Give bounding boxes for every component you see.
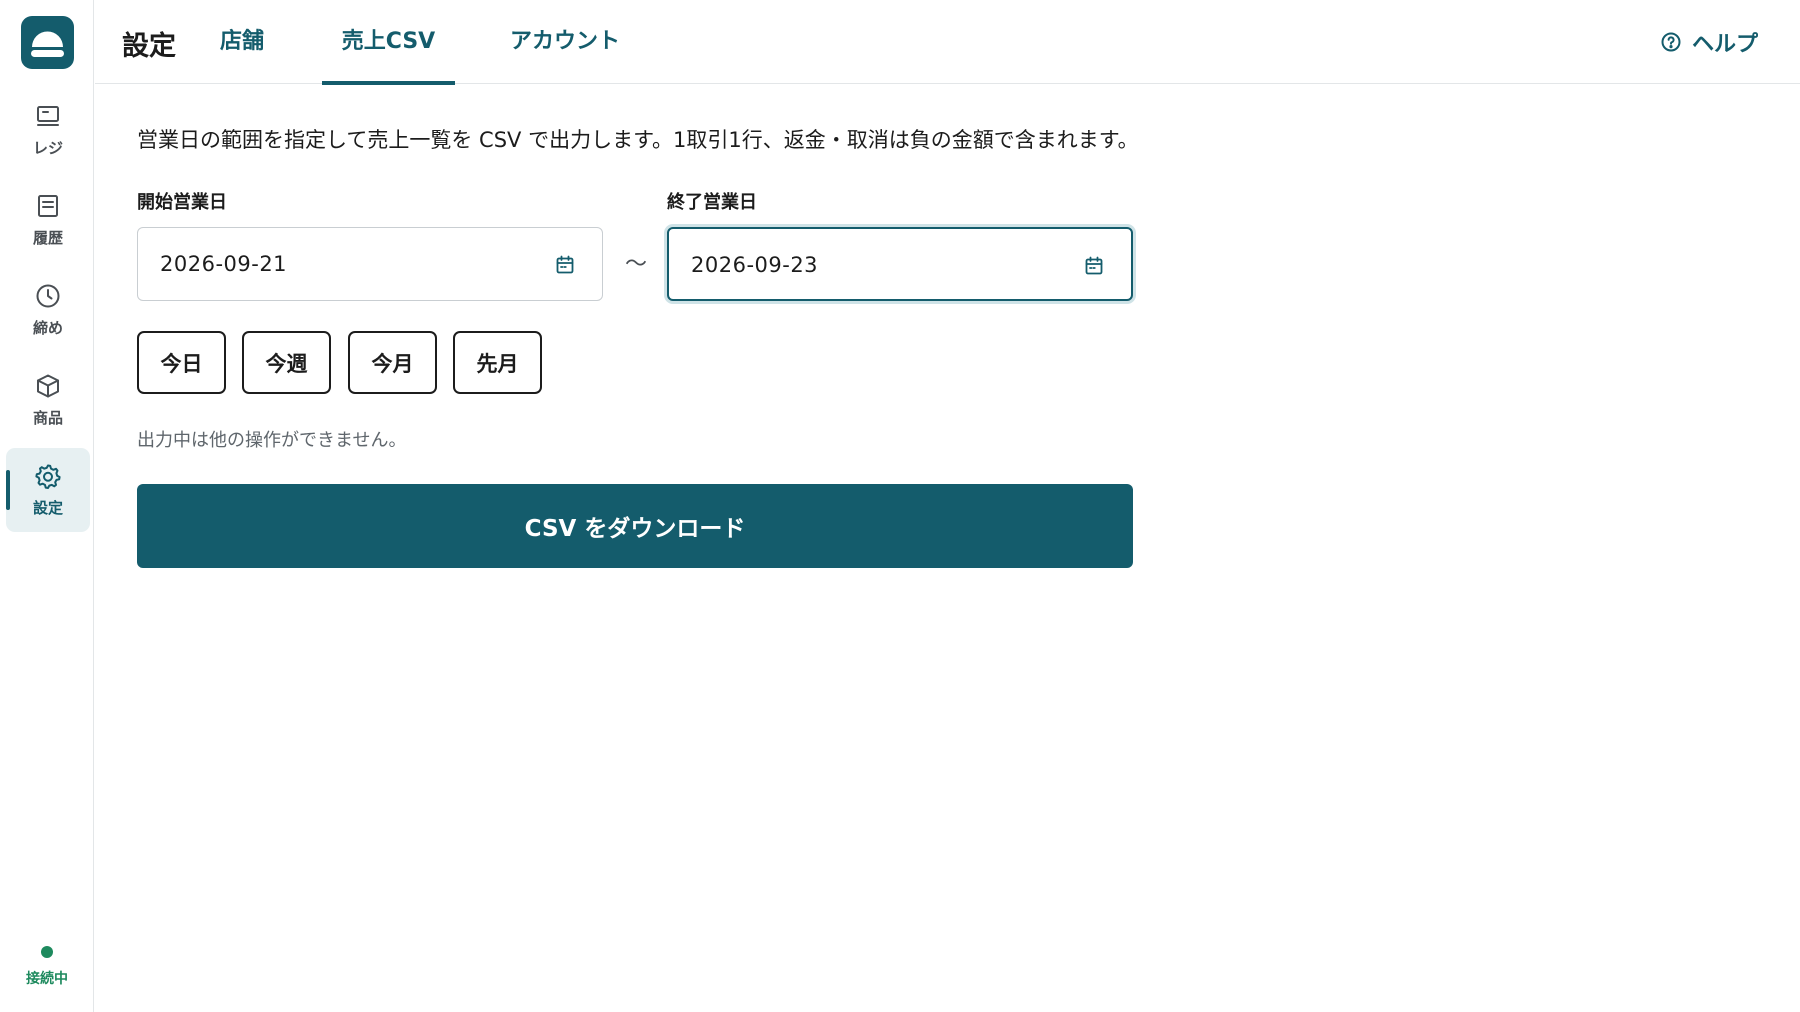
history-icon	[34, 192, 62, 220]
top-header: 設定 店舗 売上CSV アカウント ヘルプ	[95, 0, 1800, 85]
range-separator: 〜	[625, 252, 648, 277]
tab-label: アカウント	[509, 29, 620, 54]
export-note: 出力中は他の操作ができません。	[137, 430, 407, 451]
sidebar-item-register[interactable]: レジ	[6, 88, 90, 172]
start-date-value: 2026-09-21	[160, 252, 288, 276]
tab-store[interactable]: 店舗	[213, 0, 271, 84]
sidebar-item-closing[interactable]: 締め	[6, 268, 90, 352]
tab-sales-csv[interactable]: 売上CSV	[322, 0, 455, 85]
help-circle-icon	[1660, 31, 1682, 53]
status-dot-icon	[41, 946, 53, 958]
app-logo-icon[interactable]	[21, 16, 74, 69]
end-date-label: 終了営業日	[667, 192, 757, 213]
sidebar-item-products[interactable]: 商品	[6, 358, 90, 442]
calendar-icon[interactable]	[1083, 255, 1105, 277]
sidebar-item-label: 締め	[32, 319, 63, 337]
connection-status: 接続中	[0, 946, 94, 988]
tab-account[interactable]: アカウント	[500, 0, 630, 84]
sidebar-item-label: 設定	[32, 499, 63, 517]
download-csv-button[interactable]: CSV をダウンロード	[137, 484, 1133, 568]
export-description: 営業日の範囲を指定して売上一覧を CSV で出力します。1取引1行、返金・取消は…	[137, 128, 1139, 152]
preset-this-month-button[interactable]: 今月	[348, 331, 437, 394]
calendar-icon[interactable]	[554, 254, 576, 276]
sidebar-item-label: 商品	[32, 409, 63, 427]
clock-icon	[34, 282, 62, 310]
gear-icon	[34, 462, 62, 490]
sidebar-item-history[interactable]: 履歴	[6, 178, 90, 262]
sidebar-item-settings[interactable]: 設定	[6, 448, 90, 532]
box-icon	[34, 372, 62, 400]
preset-last-month-button[interactable]: 先月	[453, 331, 542, 394]
register-icon	[34, 102, 62, 130]
page-title: 設定	[122, 31, 176, 62]
sidebar: レジ 履歴 締め 商品 設定 接続中	[0, 0, 94, 1012]
tab-label: 売上CSV	[341, 29, 436, 54]
help-label: ヘルプ	[1691, 32, 1758, 57]
sidebar-item-label: レジ	[32, 139, 63, 157]
preset-this-week-button[interactable]: 今週	[242, 331, 331, 394]
end-date-input[interactable]: 2026-09-23	[667, 227, 1133, 301]
sidebar-item-label: 履歴	[32, 229, 63, 247]
start-date-label: 開始営業日	[137, 192, 227, 213]
app-window: レジ 履歴 締め 商品 設定 接続中 設定 店舗 売上CSV アカウント ヘルプ…	[0, 0, 1800, 1012]
preset-today-button[interactable]: 今日	[137, 331, 226, 394]
end-date-value: 2026-09-23	[691, 253, 819, 277]
start-date-input[interactable]: 2026-09-21	[137, 227, 603, 301]
connection-status-label: 接続中	[26, 971, 68, 987]
tab-label: 店舗	[219, 29, 264, 54]
help-button[interactable]: ヘルプ	[1660, 26, 1758, 58]
